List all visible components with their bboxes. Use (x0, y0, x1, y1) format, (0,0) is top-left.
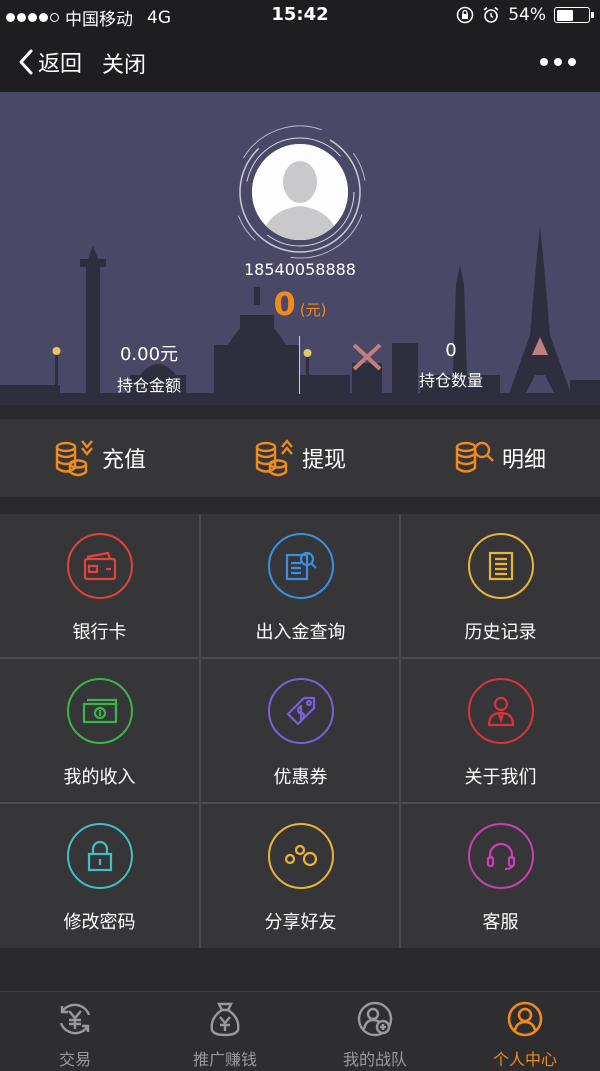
customer-service-label: 客服 (482, 912, 519, 933)
profile-header: 18540058888 0 (元) 0.00元 持仓金额 0 持仓数量 (0, 92, 600, 405)
coupon-tag-icon (285, 696, 315, 726)
tab-profile-label: 个人中心 (492, 1050, 557, 1069)
change-password-label: 修改密码 (63, 912, 136, 933)
history-ring (467, 533, 534, 599)
money-icon (82, 698, 117, 724)
user-center-icon (507, 1001, 543, 1037)
share-ring (267, 823, 334, 889)
avatar[interactable] (252, 144, 348, 240)
coupon-label: 优惠券 (273, 767, 328, 788)
back-label: 返回 (38, 52, 83, 77)
position-amount-label: 持仓金额 (116, 376, 181, 395)
default-user-icon (252, 144, 348, 240)
tab-trade[interactable]: 交易 (0, 992, 150, 1071)
fund-query-item[interactable]: 出入金查询 (201, 514, 400, 657)
withdraw-label: 提现 (301, 448, 346, 473)
income-item[interactable]: 我的收入 (0, 659, 199, 802)
more-options-icon[interactable] (540, 58, 576, 66)
about-item[interactable]: 关于我们 (401, 659, 600, 802)
change-password-ring (66, 823, 133, 889)
share-circles-icon (284, 844, 317, 867)
status-right: 54% (456, 5, 594, 25)
coins-down-icon (55, 440, 93, 477)
history-item[interactable]: 历史记录 (401, 514, 600, 657)
user-phone: 18540058888 (244, 260, 356, 279)
balance-value: 0 (273, 285, 296, 323)
recharge-button[interactable]: 充值 (0, 419, 200, 497)
tab-trade-label: 交易 (58, 1050, 91, 1069)
coins-up-icon (255, 439, 293, 477)
rotation-lock-icon (456, 6, 474, 24)
income-label: 我的收入 (63, 767, 136, 788)
change-password-item[interactable]: 修改密码 (0, 804, 199, 947)
about-ring (467, 678, 534, 744)
position-count-value: 0 (445, 340, 457, 361)
headset-icon (486, 842, 515, 871)
position-count: 0 持仓数量 (386, 340, 516, 391)
about-label: 关于我们 (464, 767, 537, 788)
tab-promote-label: 推广赚钱 (192, 1050, 257, 1069)
yuan-exchange-icon (59, 1003, 91, 1035)
back-button[interactable]: 返回 (18, 46, 82, 78)
bank-card-label: 银行卡 (72, 622, 127, 643)
details-button[interactable]: 明细 (400, 419, 600, 497)
share-item[interactable]: 分享好友 (201, 804, 400, 947)
lock-icon (87, 840, 112, 872)
battery-percent: 54% (508, 5, 546, 25)
share-label: 分享好友 (264, 912, 337, 933)
stat-divider (299, 336, 300, 394)
customer-service-item[interactable]: 客服 (401, 804, 600, 947)
feature-grid: 银行卡 出入金查询 历史记录 我的收入 优惠券 关于我们 修改密码 分享好友 客… (0, 514, 600, 948)
alarm-icon (483, 6, 499, 23)
fund-query-label: 出入金查询 (255, 622, 346, 643)
person-icon (487, 696, 514, 727)
balance: 0 (元) (0, 285, 600, 323)
coins-search-icon (455, 441, 494, 473)
action-bar: 充值 提现 明细 (0, 419, 600, 497)
status-bar: 中国移动 4G 15:42 54% (0, 0, 600, 30)
close-button[interactable]: 关闭 (102, 47, 146, 79)
fund-query-ring (267, 533, 334, 599)
avatar-frame (230, 122, 370, 262)
coupon-ring (267, 678, 334, 744)
team-add-icon (357, 1001, 393, 1037)
bank-card-icon (83, 551, 116, 581)
tab-promote[interactable]: 推广赚钱 (150, 992, 300, 1071)
history-doc-icon (488, 551, 513, 581)
nav-bar: 返回 关闭 (0, 30, 600, 92)
battery-icon (554, 7, 594, 23)
battery-fill (556, 9, 574, 21)
tab-team[interactable]: 我的战队 (300, 992, 450, 1071)
income-ring (66, 678, 133, 744)
withdraw-button[interactable]: 提现 (200, 419, 400, 497)
recharge-label: 充值 (101, 448, 146, 473)
customer-service-ring (467, 823, 534, 889)
details-label: 明细 (501, 448, 546, 473)
money-bag-icon (210, 1002, 240, 1037)
coupon-item[interactable]: 优惠券 (201, 659, 400, 802)
position-amount: 0.00元 持仓金额 (84, 340, 214, 396)
tab-bar: 交易 推广赚钱 我的战队 个人中心 (0, 991, 600, 1071)
chevron-left-icon (19, 49, 33, 75)
balance-unit: (元) (299, 301, 327, 319)
tab-profile[interactable]: 个人中心 (450, 992, 600, 1071)
position-count-label: 持仓数量 (418, 371, 483, 390)
tab-team-label: 我的战队 (342, 1050, 407, 1069)
bank-card-item[interactable]: 银行卡 (0, 514, 199, 657)
bank-card-ring (66, 533, 133, 599)
document-search-icon (285, 551, 317, 581)
history-label: 历史记录 (464, 622, 537, 643)
position-amount-value: 0.00元 (119, 344, 179, 365)
